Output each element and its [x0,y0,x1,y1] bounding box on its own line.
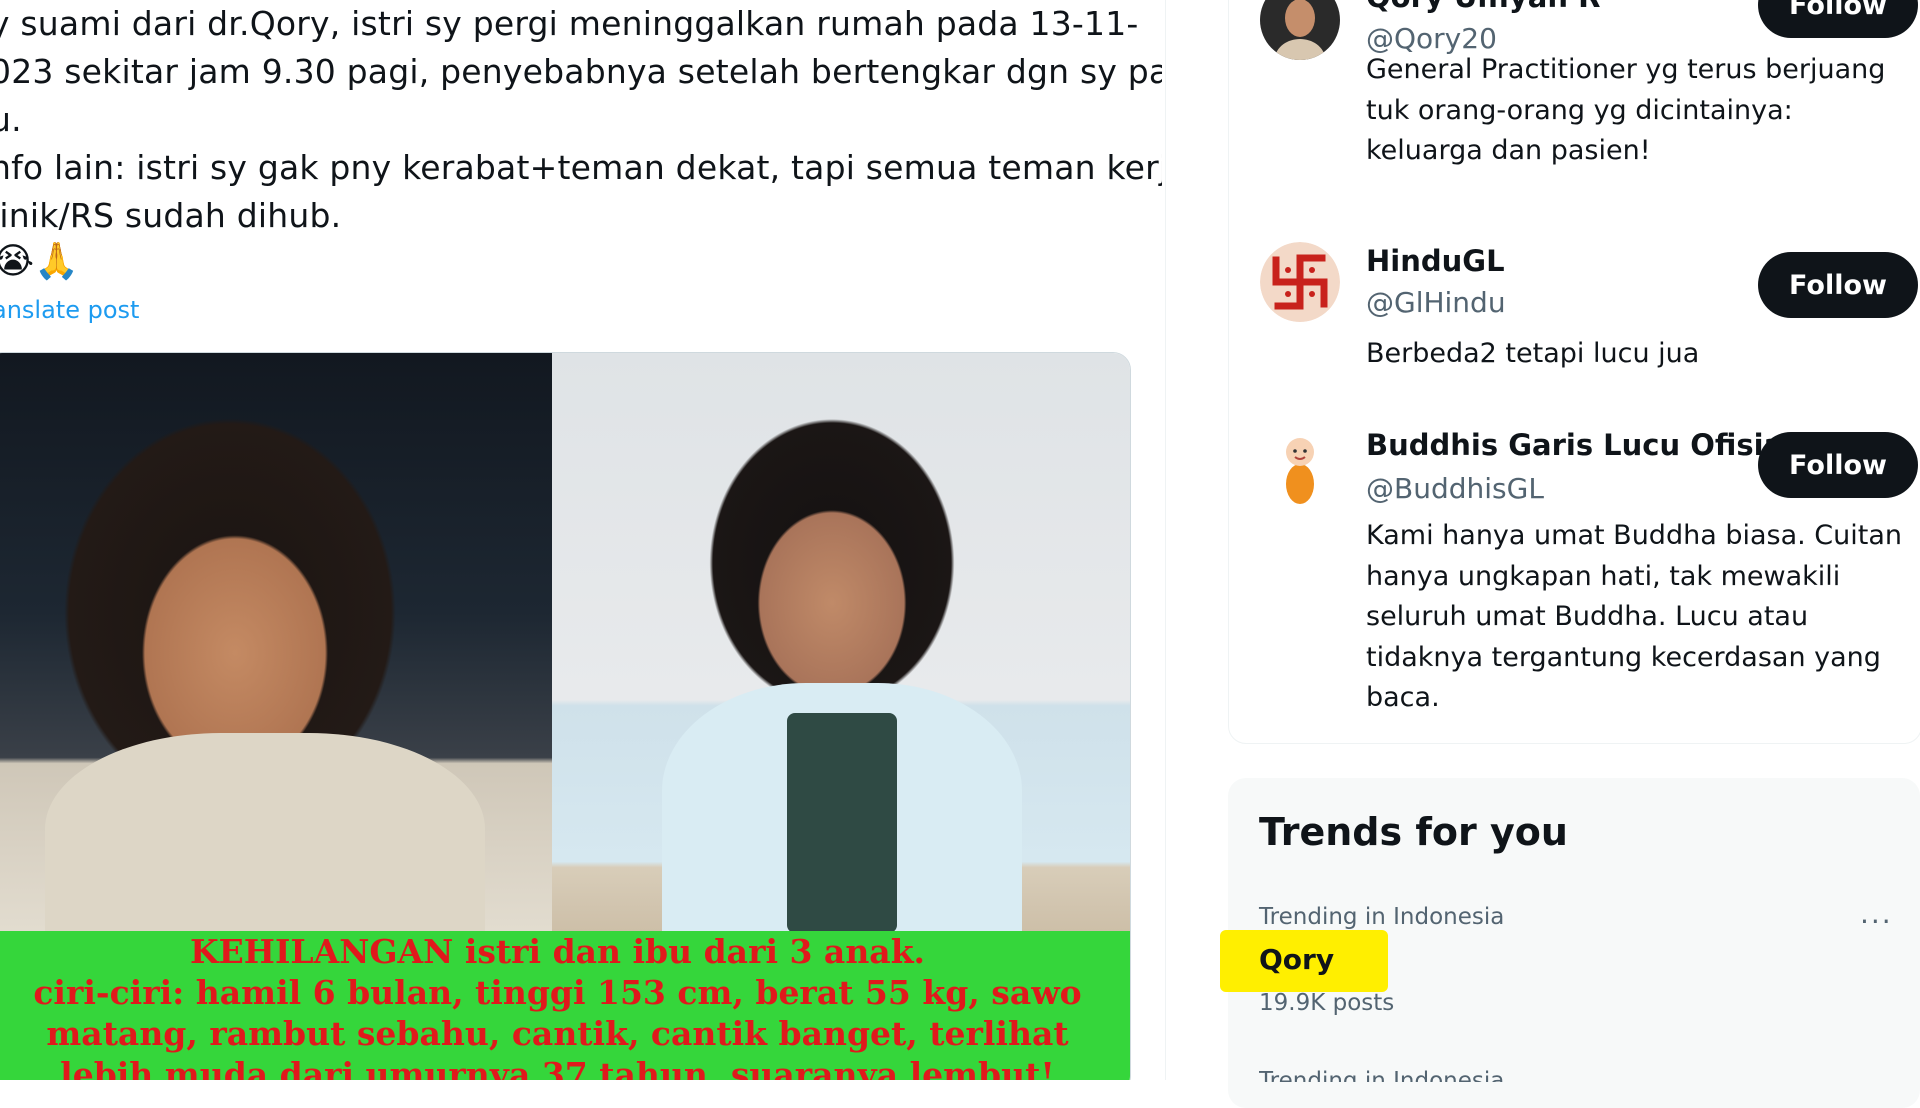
user-handle[interactable]: @GlHindu [1366,286,1506,319]
bio-line: Berbeda2 tetapi lucu jua [1366,338,1700,369]
post-text-line: y suami dari dr.Qory, istri sy pergi men… [0,4,1139,43]
avatar[interactable] [1260,242,1340,322]
user-name[interactable]: HinduGL [1366,244,1505,278]
bio-line: Kami hanya umat Buddha biasa. Cuitan [1366,520,1902,551]
post-media-image[interactable]: KEHILANGAN istri dan ibu dari 3 anak. ci… [0,352,1131,1080]
bio-line: hanya ungkapan hati, tak mewakili [1366,560,1841,592]
user-name[interactable]: Qory Ulfiyah R [1366,0,1600,14]
trends-title: Trends for you [1259,810,1568,854]
post-text-line: u. [0,100,22,139]
photo-right-top [787,713,897,933]
post-text: y suami dari dr.Qory, istri sy pergi men… [0,0,1162,240]
bio-line: seluruh umat Buddha. Lucu atau [1366,601,1809,632]
avatar[interactable] [1260,426,1340,506]
user-bio: General Practitioner yg terus berjuang t… [1366,50,1886,172]
column-divider [1165,0,1166,1080]
user-handle[interactable]: @BuddhisGL [1366,472,1544,505]
post-text-line: nfo lain: istri sy gak pny kerabat+teman… [0,148,1162,187]
swastika-logo-icon [1260,242,1340,322]
bio-line: baca. [1366,682,1440,713]
caption-line: matang, rambut sebahu, cantik, cantik ba… [46,1014,1069,1053]
post-article: y suami dari dr.Qory, istri sy pergi men… [0,0,1162,1080]
photo-left [0,353,552,973]
user-name[interactable]: Buddhis Garis Lucu Ofisial [1366,428,1793,462]
caption-line: ciri-ciri: hamil 6 bulan, tinggi 153 cm,… [33,973,1082,1012]
trend-post-count: 19.9K posts [1259,990,1395,1016]
bio-line: tuk orang-orang yg dicintainya: [1366,94,1793,126]
follow-button[interactable]: Follow [1758,0,1918,38]
user-bio: Berbeda2 tetapi lucu jua [1366,334,1886,375]
trend-context: Trending in Indonesia [1259,904,1505,930]
post-text-line: linik/RS sudah dihub. [0,196,342,235]
caption-line: lebih muda dari umurnya 37 tahun, suaran… [60,1055,1055,1080]
user-bio: Kami hanya umat Buddha biasa. Cuitan han… [1366,516,1902,719]
image-caption: KEHILANGAN istri dan ibu dari 3 anak. ci… [0,931,1130,1080]
bio-line: keluarga dan pasien! [1366,135,1651,166]
caption-line: KEHILANGAN istri dan ibu dari 3 anak. [189,932,926,971]
follow-button[interactable]: Follow [1758,252,1918,318]
trend-name[interactable]: Qory [1259,943,1334,976]
monk-mascot-icon [1260,426,1340,506]
post-emoji: 😭🙏 [0,241,79,282]
post-text-line: 023 sekitar jam 9.30 pagi, penyebabnya s… [0,52,1162,91]
photo-right [552,353,1130,953]
more-dots-icon[interactable]: ··· [1860,905,1893,938]
translate-post-link[interactable]: anslate post [0,296,139,324]
bio-line: General Practitioner yg terus berjuang [1366,54,1886,85]
bio-line: tidaknya tergantung kecerdasan yang [1366,641,1881,673]
follow-button[interactable]: Follow [1758,432,1918,498]
